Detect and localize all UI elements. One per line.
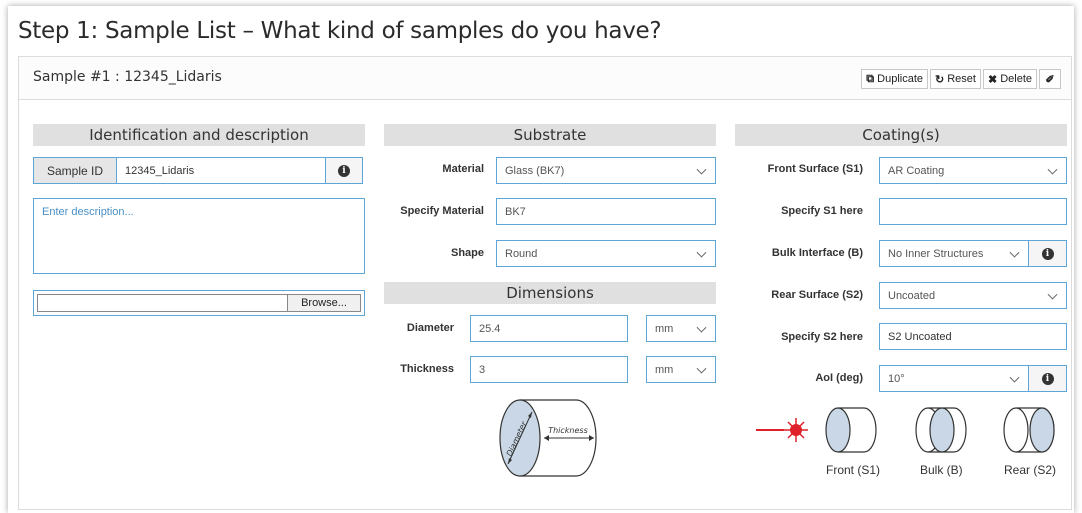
dimensions-heading: Dimensions: [384, 282, 716, 304]
info-icon: i: [1041, 247, 1054, 260]
sample-panel-header: Sample #1 : 12345_Lidaris ⧉ Duplicate ↻ …: [19, 57, 1071, 100]
sample-id-input[interactable]: 12345_Lidaris: [116, 157, 326, 184]
specify-s1-label: Specify S1 here: [781, 205, 863, 217]
material-select[interactable]: Glass (BK7): [496, 157, 716, 184]
rear-surface-label: Rear Surface (S2): [771, 289, 863, 301]
description-textarea[interactable]: Enter description...: [33, 198, 365, 274]
browse-button[interactable]: Browse...: [287, 294, 361, 312]
file-upload: Browse...: [33, 290, 365, 316]
rear-surface-icon: [1003, 407, 1055, 453]
coatings-heading: Coating(s): [735, 124, 1067, 146]
specify-s2-label: Specify S2 here: [781, 331, 863, 343]
refresh-icon: ↻: [935, 73, 945, 86]
pin-button[interactable]: ✐: [1039, 69, 1061, 89]
pin-icon: ✐: [1045, 73, 1055, 86]
aoi-select[interactable]: 10°: [879, 365, 1029, 392]
front-surface-label: Front Surface (S1): [767, 163, 863, 175]
delete-button[interactable]: ✖ Delete: [982, 69, 1037, 89]
sample-toolbar: ⧉ Duplicate ↻ Reset ✖ Delete ✐: [861, 69, 1061, 89]
dimensions-diagram: Diameter Thickness: [499, 399, 597, 477]
specify-material-label: Specify Material: [400, 205, 484, 217]
rear-surface-select[interactable]: Uncoated: [879, 282, 1067, 309]
page-title: Step 1: Sample List – What kind of sampl…: [18, 18, 662, 44]
specify-s2-input[interactable]: S2 Uncoated: [879, 323, 1067, 350]
reset-label: Reset: [947, 73, 976, 85]
bulk-info-button[interactable]: i: [1028, 240, 1067, 267]
shape-label: Shape: [450, 247, 484, 259]
thickness-unit-select[interactable]: mm: [646, 356, 716, 383]
identification-heading: Identification and description: [33, 124, 365, 146]
bulk-interface-label: Bulk Interface (B): [771, 247, 863, 259]
substrate-heading: Substrate: [384, 124, 716, 146]
sample-id-info-button[interactable]: i: [325, 157, 363, 184]
rear-diagram-label: Rear (S2): [1004, 463, 1057, 477]
diameter-label: Diameter: [406, 322, 454, 334]
front-surface-select[interactable]: AR Coating: [879, 157, 1067, 184]
front-diagram-label: Front (S1): [826, 463, 881, 477]
aoi-label: AoI (deg): [815, 372, 863, 384]
diameter-unit-select[interactable]: mm: [646, 315, 716, 342]
file-path-field[interactable]: [37, 294, 287, 312]
info-icon: i: [338, 164, 350, 177]
info-icon: i: [1041, 372, 1054, 385]
specify-s1-input[interactable]: [879, 198, 1067, 225]
aoi-info-button[interactable]: i: [1028, 365, 1067, 392]
reset-button[interactable]: ↻ Reset: [930, 69, 981, 89]
sample-id-label: Sample ID: [33, 157, 117, 184]
front-surface-icon: [825, 407, 877, 453]
delete-label: Delete: [1000, 73, 1032, 85]
diagram-thickness-label: Thickness: [548, 426, 588, 435]
diameter-input[interactable]: 25.4: [470, 315, 628, 342]
material-label: Material: [442, 163, 484, 175]
duplicate-icon: ⧉: [866, 72, 875, 85]
bulk-interface-select[interactable]: No Inner Structures: [879, 240, 1029, 267]
bulk-surface-icon: [915, 407, 967, 453]
laser-icon: [756, 418, 808, 442]
coating-diagram: [756, 407, 1055, 453]
bulk-diagram-label: Bulk (B): [920, 463, 963, 477]
shape-select[interactable]: Round: [496, 240, 716, 267]
thickness-input[interactable]: 3: [470, 356, 628, 383]
duplicate-label: Duplicate: [877, 73, 924, 85]
thickness-label: Thickness: [400, 363, 454, 375]
close-icon: ✖: [987, 73, 998, 86]
specify-material-input[interactable]: BK7: [496, 198, 716, 225]
sample-title: Sample #1 : 12345_Lidaris: [33, 69, 222, 85]
duplicate-button[interactable]: ⧉ Duplicate: [861, 69, 929, 89]
